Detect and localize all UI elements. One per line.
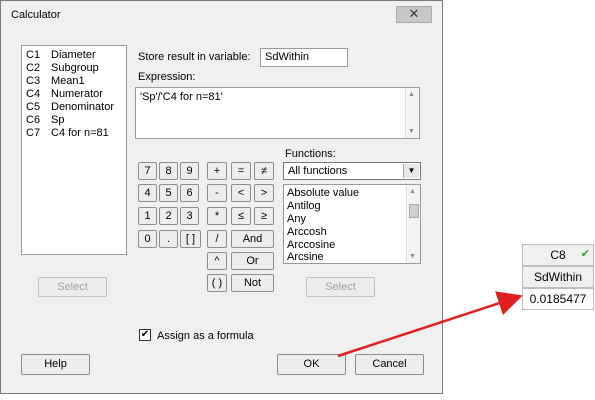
- annotation-arrow: [337, 291, 523, 358]
